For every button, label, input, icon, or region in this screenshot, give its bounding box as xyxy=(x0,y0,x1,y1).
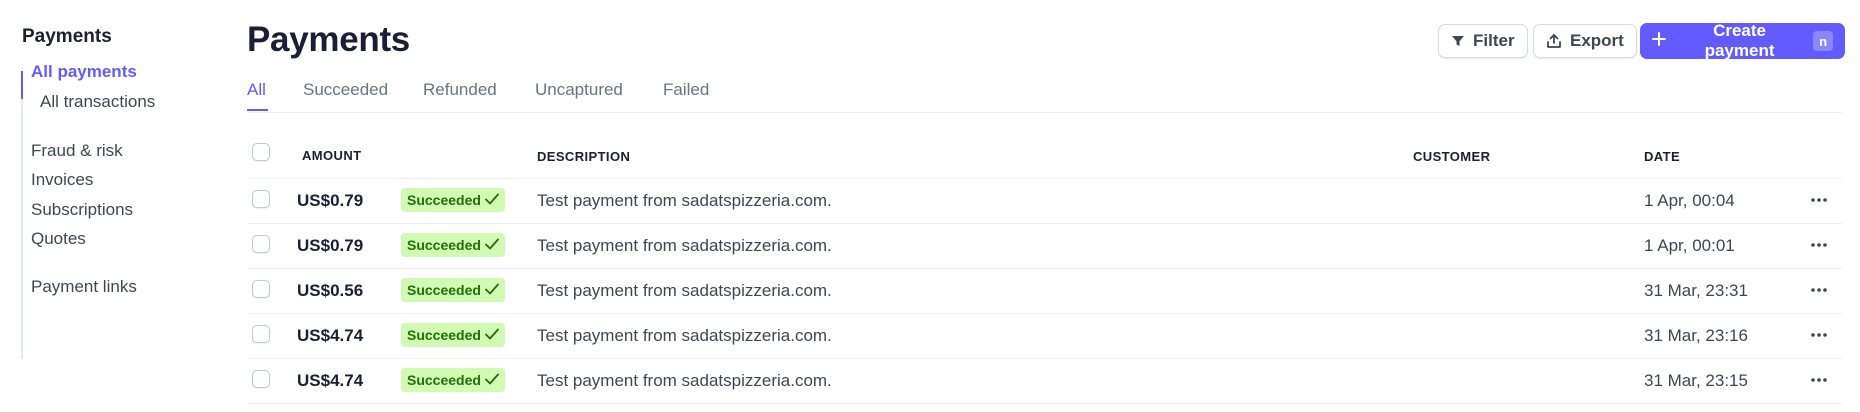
row-checkbox[interactable] xyxy=(252,325,270,343)
export-button-label: Export xyxy=(1570,31,1624,50)
sidebar-item-all-transactions[interactable]: All transactions xyxy=(40,92,155,112)
plus-icon xyxy=(1652,31,1666,51)
row-date: 1 Apr, 00:01 xyxy=(1644,236,1735,255)
tab-succeeded[interactable]: Succeeded xyxy=(303,80,388,100)
row-checkbox[interactable] xyxy=(252,280,270,298)
row-amount: US$0.79 xyxy=(297,236,364,255)
filter-icon xyxy=(1451,34,1465,48)
row-amount: US$4.74 xyxy=(297,371,364,390)
keyboard-shortcut-badge: n xyxy=(1813,31,1833,51)
more-horizontal-icon[interactable] xyxy=(1807,235,1831,255)
sidebar-item-payment-links[interactable]: Payment links xyxy=(31,277,137,297)
status-badge-label: Succeeded xyxy=(407,192,481,208)
sidebar-item-all-payments[interactable]: All payments xyxy=(31,62,137,82)
row-date: 1 Apr, 00:04 xyxy=(1644,191,1735,210)
row-checkbox[interactable] xyxy=(252,370,270,388)
export-button[interactable]: Export xyxy=(1533,24,1637,58)
table-row[interactable]: US$4.74 Succeeded Test payment from sada… xyxy=(247,313,1842,359)
tab-refunded[interactable]: Refunded xyxy=(423,80,497,100)
create-payment-button[interactable]: Create payment n xyxy=(1640,21,1845,60)
row-description: Test payment from sadatspizzeria.com. xyxy=(537,236,832,255)
status-badge: Succeeded xyxy=(401,368,505,392)
column-header-amount[interactable]: AMOUNT xyxy=(302,148,361,163)
tab-failed[interactable]: Failed xyxy=(663,80,709,100)
more-horizontal-icon[interactable] xyxy=(1807,325,1831,345)
sidebar-title: Payments xyxy=(22,26,112,47)
tab-active-underline xyxy=(247,109,268,111)
column-header-date[interactable]: DATE xyxy=(1644,149,1680,164)
sidebar-item-invoices[interactable]: Invoices xyxy=(31,170,93,190)
row-checkbox[interactable] xyxy=(252,190,270,208)
create-payment-label: Create payment xyxy=(1704,21,1775,60)
status-badge-label: Succeeded xyxy=(407,282,481,298)
check-icon xyxy=(485,282,499,298)
status-badge: Succeeded xyxy=(401,188,505,212)
tab-uncaptured[interactable]: Uncaptured xyxy=(535,80,623,100)
row-description: Test payment from sadatspizzeria.com. xyxy=(537,281,832,300)
check-icon xyxy=(485,237,499,253)
status-badge: Succeeded xyxy=(401,278,505,302)
status-badge: Succeeded xyxy=(401,233,505,257)
status-tabs: All Succeeded Refunded Uncaptured Failed xyxy=(247,78,1842,113)
row-amount: US$4.74 xyxy=(297,326,364,345)
select-all-checkbox[interactable] xyxy=(252,143,270,161)
row-checkbox[interactable] xyxy=(252,235,270,253)
check-icon xyxy=(485,372,499,388)
check-icon xyxy=(485,192,499,208)
row-description: Test payment from sadatspizzeria.com. xyxy=(537,326,832,345)
table-row[interactable]: US$0.79 Succeeded Test payment from sada… xyxy=(247,178,1842,224)
table-row[interactable]: US$0.79 Succeeded Test payment from sada… xyxy=(247,223,1842,269)
filter-button-label: Filter xyxy=(1473,31,1515,50)
row-description: Test payment from sadatspizzeria.com. xyxy=(537,371,832,390)
check-icon xyxy=(485,327,499,343)
more-horizontal-icon[interactable] xyxy=(1807,190,1831,210)
table-header: AMOUNT DESCRIPTION CUSTOMER DATE xyxy=(247,138,1842,179)
row-date: 31 Mar, 23:31 xyxy=(1644,281,1748,300)
more-horizontal-icon[interactable] xyxy=(1807,370,1831,390)
column-header-description[interactable]: DESCRIPTION xyxy=(537,149,630,164)
row-amount: US$0.56 xyxy=(297,281,364,300)
page-title: Payments xyxy=(247,20,410,59)
export-icon xyxy=(1546,33,1562,49)
sidebar-item-quotes[interactable]: Quotes xyxy=(31,229,86,249)
tab-all[interactable]: All xyxy=(247,80,266,100)
status-badge-label: Succeeded xyxy=(407,372,481,388)
table-row[interactable]: US$4.74 Succeeded Test payment from sada… xyxy=(247,358,1842,404)
filter-button[interactable]: Filter xyxy=(1438,24,1528,58)
sidebar-rail xyxy=(21,71,23,359)
more-horizontal-icon[interactable] xyxy=(1807,280,1831,300)
row-amount: US$0.79 xyxy=(297,191,364,210)
row-description: Test payment from sadatspizzeria.com. xyxy=(537,191,832,210)
sidebar-item-subscriptions[interactable]: Subscriptions xyxy=(31,200,133,220)
status-badge-label: Succeeded xyxy=(407,327,481,343)
table-row[interactable]: US$0.56 Succeeded Test payment from sada… xyxy=(247,268,1842,314)
sidebar: Payments All payments All transactions F… xyxy=(0,0,210,412)
row-date: 31 Mar, 23:15 xyxy=(1644,371,1748,390)
sidebar-item-fraud-risk[interactable]: Fraud & risk xyxy=(31,141,123,161)
sidebar-active-indicator xyxy=(21,71,23,99)
status-badge-label: Succeeded xyxy=(407,237,481,253)
row-date: 31 Mar, 23:16 xyxy=(1644,326,1748,345)
column-header-customer[interactable]: CUSTOMER xyxy=(1413,149,1490,164)
status-badge: Succeeded xyxy=(401,323,505,347)
